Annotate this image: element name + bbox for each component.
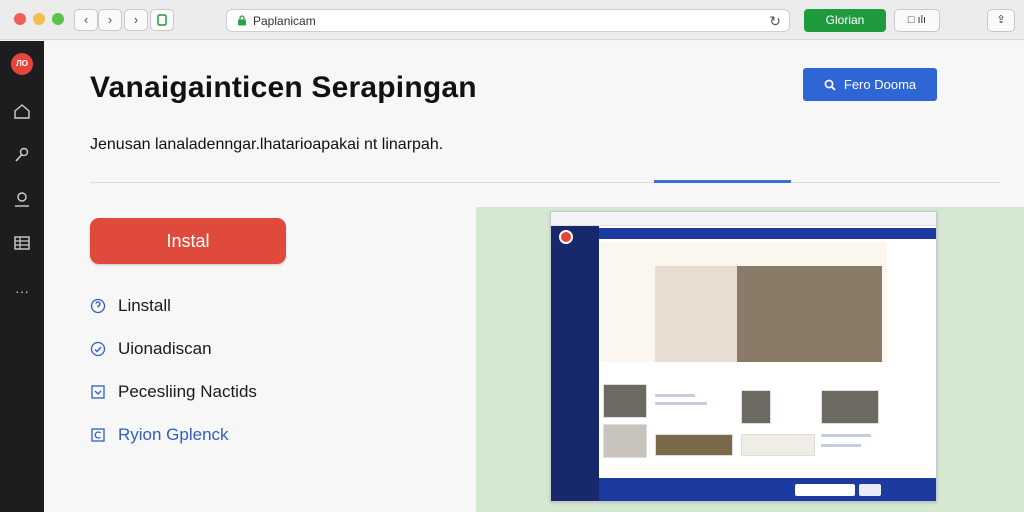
preview-browser-bar — [551, 212, 936, 226]
more-icon[interactable]: ··· — [12, 281, 32, 301]
browser-toolbar: ‹ › › Paplanicam ↻ Glorian □ ılı ⇪ — [0, 0, 1024, 40]
lock-icon — [238, 15, 246, 26]
back-button[interactable]: ‹ — [74, 9, 98, 31]
check-circle-icon — [90, 341, 106, 357]
info-circle-icon — [90, 298, 106, 314]
left-rail: ЛО ··· — [0, 41, 44, 512]
primary-cta-label: Fero Dooma — [843, 77, 917, 92]
preview-logo — [559, 230, 573, 244]
primary-cta-button[interactable]: Fero Dooma — [803, 68, 937, 101]
app-preview-screenshot — [550, 211, 937, 502]
section-divider — [90, 182, 1000, 183]
close-window-button[interactable] — [14, 13, 26, 25]
preview-text-line — [655, 394, 695, 397]
table-icon[interactable] — [12, 233, 32, 253]
preview-thumbnail — [603, 384, 647, 418]
preview-text-line — [655, 402, 707, 405]
preview-search-box — [795, 484, 855, 496]
preview-footer — [599, 478, 936, 501]
preview-thumbnail — [821, 390, 879, 424]
feature-label: Uionadiscan — [118, 339, 212, 358]
share-icon[interactable]: ⇪ — [987, 9, 1015, 32]
preview-thumbnail — [655, 434, 733, 456]
address-bar[interactable]: Paplanicam ↻ — [226, 9, 790, 32]
minimize-window-button[interactable] — [33, 13, 45, 25]
forward-alt-button[interactable]: › — [124, 9, 148, 31]
extension-button[interactable]: □ ılı — [894, 9, 940, 32]
feature-label: Ryion Gplenck — [118, 425, 229, 444]
tool-icon[interactable] — [12, 145, 32, 165]
preview-text-line — [821, 444, 861, 447]
zoom-window-button[interactable] — [52, 13, 64, 25]
feature-label: Pecesliing Nactids — [118, 382, 257, 401]
refresh-box-icon — [91, 428, 105, 442]
preview-text-line — [821, 434, 871, 437]
page-title: Vanaigainticen Serapingan — [90, 71, 477, 104]
preview-search-button — [859, 484, 881, 496]
main-panel: Vanaigainticen Serapingan Jenusan lanala… — [44, 41, 1024, 512]
install-button[interactable]: Instal — [90, 218, 286, 264]
tab-icon — [157, 14, 167, 26]
preview-thumbnail — [741, 390, 771, 424]
app-logo[interactable]: ЛО — [11, 53, 33, 75]
feature-label: Linstall — [118, 296, 171, 315]
tab-overview-button[interactable] — [150, 9, 174, 31]
download-box-icon — [91, 385, 105, 399]
green-action-button[interactable]: Glorian — [804, 9, 886, 32]
preview-thumbnail — [603, 424, 647, 458]
preview-navbar — [599, 228, 936, 239]
preview-photo-woman — [655, 266, 737, 362]
forward-button[interactable]: › — [98, 9, 122, 31]
reload-icon[interactable]: ↻ — [769, 13, 781, 30]
active-tab-indicator — [654, 180, 791, 183]
home-icon[interactable] — [12, 101, 32, 121]
url-text: Paplanicam — [253, 14, 316, 28]
search-icon — [824, 79, 836, 91]
preview-thumbnail — [741, 434, 815, 456]
preview-photo-couple — [737, 266, 882, 362]
page-subtitle: Jenusan lanaladenngar.lhatarioapakai nt … — [90, 136, 444, 153]
search-person-icon[interactable] — [12, 189, 32, 209]
preview-sidebar — [551, 226, 599, 501]
